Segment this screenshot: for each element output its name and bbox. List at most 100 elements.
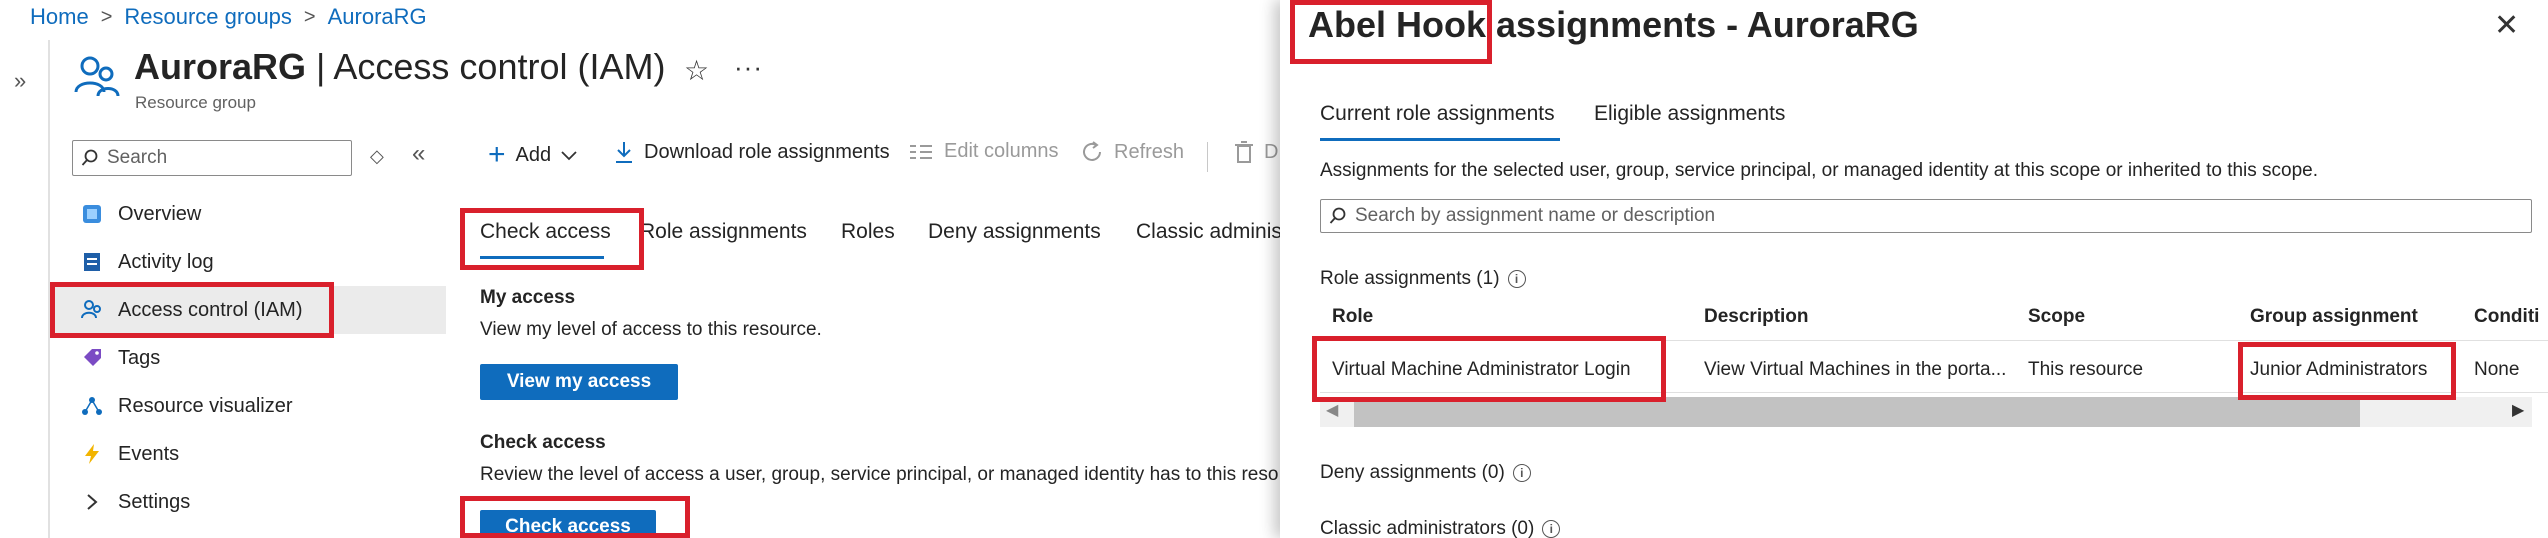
check-access-button[interactable]: Check access bbox=[480, 510, 656, 538]
info-icon[interactable]: i bbox=[1542, 520, 1561, 538]
collapse-menu-icon[interactable]: « bbox=[412, 140, 425, 168]
panel-tab-underline bbox=[1320, 138, 1560, 141]
edit-columns-label: Edit columns bbox=[944, 140, 1059, 162]
column-header-group-assignment[interactable]: Group assignment bbox=[2250, 306, 2418, 328]
nav-label: Settings bbox=[118, 490, 191, 513]
panel-description: Assignments for the selected user, group… bbox=[1320, 160, 2319, 181]
edit-columns-button[interactable]: Edit columns bbox=[908, 140, 1059, 163]
add-label: Add bbox=[515, 143, 552, 166]
scroll-left-icon[interactable]: ◀ bbox=[1326, 400, 1338, 420]
tab-eligible-assignments[interactable]: Eligible assignments bbox=[1594, 102, 1785, 126]
events-icon bbox=[80, 442, 104, 466]
scroll-right-icon[interactable]: ▶ bbox=[2512, 400, 2524, 420]
info-icon[interactable]: i bbox=[1507, 270, 1526, 288]
nav-item-settings[interactable]: Settings bbox=[50, 478, 446, 526]
toolbar-divider bbox=[1207, 142, 1208, 172]
role-assignments-section: Role assignments (1) i bbox=[1320, 268, 1526, 290]
nav-label: Activity log bbox=[118, 250, 214, 273]
info-icon[interactable]: i bbox=[1512, 464, 1531, 482]
nav-item-activity-log[interactable]: Activity log bbox=[50, 238, 446, 286]
view-my-access-button[interactable]: View my access bbox=[480, 364, 678, 400]
breadcrumb-auroraRG[interactable]: AuroraRG bbox=[328, 4, 427, 30]
breadcrumb-separator: > bbox=[100, 5, 113, 28]
tag-icon bbox=[80, 346, 104, 370]
chevron-down-icon bbox=[561, 144, 577, 167]
check-access-heading: Check access bbox=[480, 432, 606, 453]
role-description-cell: View Virtual Machines in the porta... bbox=[1704, 359, 2007, 380]
nav-label: Events bbox=[118, 442, 180, 465]
visualizer-icon bbox=[80, 394, 104, 418]
row-divider bbox=[1320, 392, 2548, 393]
overview-icon bbox=[80, 202, 104, 226]
condition-cell: None bbox=[2474, 359, 2520, 380]
role-link[interactable]: Virtual Machine Administrator Login bbox=[1332, 359, 1631, 381]
menu-search-input[interactable]: Search bbox=[72, 140, 352, 176]
nav-item-events[interactable]: Events bbox=[50, 430, 446, 478]
nav-item-resource-visualizer[interactable]: Resource visualizer bbox=[50, 382, 446, 430]
tab-role-assignments[interactable]: Role assignments bbox=[640, 220, 807, 244]
assignment-search-placeholder: Search by assignment name or description bbox=[1355, 205, 1716, 226]
iam-icon bbox=[80, 298, 104, 322]
check-access-description: Review the level of access a user, group… bbox=[480, 464, 1279, 485]
header-divider bbox=[1320, 340, 2548, 341]
assignment-search-input[interactable]: Search by assignment name or description bbox=[1320, 199, 2532, 233]
iam-people-icon bbox=[72, 52, 122, 102]
panel-title: Abel Hook assignments - AuroraRG bbox=[1308, 4, 1919, 45]
tab-check-access[interactable]: Check access bbox=[480, 220, 611, 244]
plus-icon: + bbox=[488, 138, 506, 171]
breadcrumb-separator: > bbox=[303, 5, 316, 28]
column-header-condition[interactable]: Conditi bbox=[2474, 306, 2539, 328]
close-icon[interactable]: ✕ bbox=[2494, 8, 2519, 43]
tab-classic-administrators[interactable]: Classic administr bbox=[1136, 220, 1295, 244]
tab-roles[interactable]: Roles bbox=[841, 220, 895, 244]
nav-label: Tags bbox=[118, 346, 161, 369]
trash-icon bbox=[1234, 140, 1254, 164]
download-icon bbox=[614, 140, 634, 164]
breadcrumb-resource-groups[interactable]: Resource groups bbox=[124, 4, 292, 30]
download-label: Download role assignments bbox=[644, 140, 890, 163]
group-assignment-link[interactable]: Junior Administrators bbox=[2250, 359, 2427, 381]
deny-assignments-label: Deny assignments (0) bbox=[1320, 462, 1505, 483]
refresh-button[interactable]: Refresh bbox=[1080, 140, 1184, 164]
column-header-description[interactable]: Description bbox=[1704, 306, 1809, 328]
search-icon bbox=[1329, 207, 1347, 225]
refresh-icon bbox=[1080, 140, 1104, 164]
role-assignments-label: Role assignments (1) bbox=[1320, 268, 1500, 289]
scrollbar-thumb[interactable] bbox=[1354, 397, 2360, 427]
download-role-assignments-button[interactable]: Download role assignments bbox=[614, 140, 890, 164]
nav-label: Overview bbox=[118, 202, 202, 225]
add-button[interactable]: + Add bbox=[488, 140, 577, 170]
scope-cell: This resource bbox=[2028, 359, 2144, 380]
delete-button[interactable]: D bbox=[1234, 140, 1278, 164]
refresh-label: Refresh bbox=[1114, 140, 1185, 163]
favorite-star-icon[interactable]: ☆ bbox=[684, 54, 709, 87]
classic-administrators-label: Classic administrators (0) bbox=[1320, 518, 1535, 538]
my-access-heading: My access bbox=[480, 287, 576, 308]
nav-item-tags[interactable]: Tags bbox=[50, 334, 446, 382]
expand-menu-icon[interactable]: » bbox=[14, 68, 26, 94]
deny-assignments-section: Deny assignments (0) i bbox=[1320, 462, 1531, 484]
classic-administrators-section: Classic administrators (0) i bbox=[1320, 518, 1561, 538]
columns-icon bbox=[908, 143, 934, 161]
breadcrumb: Home > Resource groups > AuroraRG bbox=[30, 4, 427, 30]
sort-icon[interactable]: ◇ bbox=[370, 146, 384, 167]
page-title: AuroraRG | Access control (IAM) bbox=[134, 46, 666, 87]
tab-selected-underline bbox=[480, 256, 604, 259]
more-options-icon[interactable]: ··· bbox=[734, 52, 763, 83]
column-header-role[interactable]: Role bbox=[1332, 306, 1373, 328]
chevron-right-icon bbox=[80, 490, 104, 514]
activity-log-icon bbox=[80, 250, 104, 274]
tab-deny-assignments[interactable]: Deny assignments bbox=[928, 220, 1101, 244]
column-header-scope[interactable]: Scope bbox=[2028, 306, 2085, 328]
tab-current-role-assignments[interactable]: Current role assignments bbox=[1320, 102, 1555, 126]
search-icon bbox=[81, 149, 99, 167]
nav-item-overview[interactable]: Overview bbox=[50, 190, 446, 238]
my-access-description: View my level of access to this resource… bbox=[480, 319, 822, 340]
nav-label: Access control (IAM) bbox=[118, 298, 303, 321]
delete-label: D bbox=[1264, 140, 1279, 163]
breadcrumb-home[interactable]: Home bbox=[30, 4, 89, 30]
nav-label: Resource visualizer bbox=[118, 394, 293, 417]
menu-search-placeholder: Search bbox=[107, 147, 168, 168]
nav-item-access-control[interactable]: Access control (IAM) bbox=[50, 286, 446, 334]
page-subtitle: Resource group bbox=[135, 93, 256, 112]
